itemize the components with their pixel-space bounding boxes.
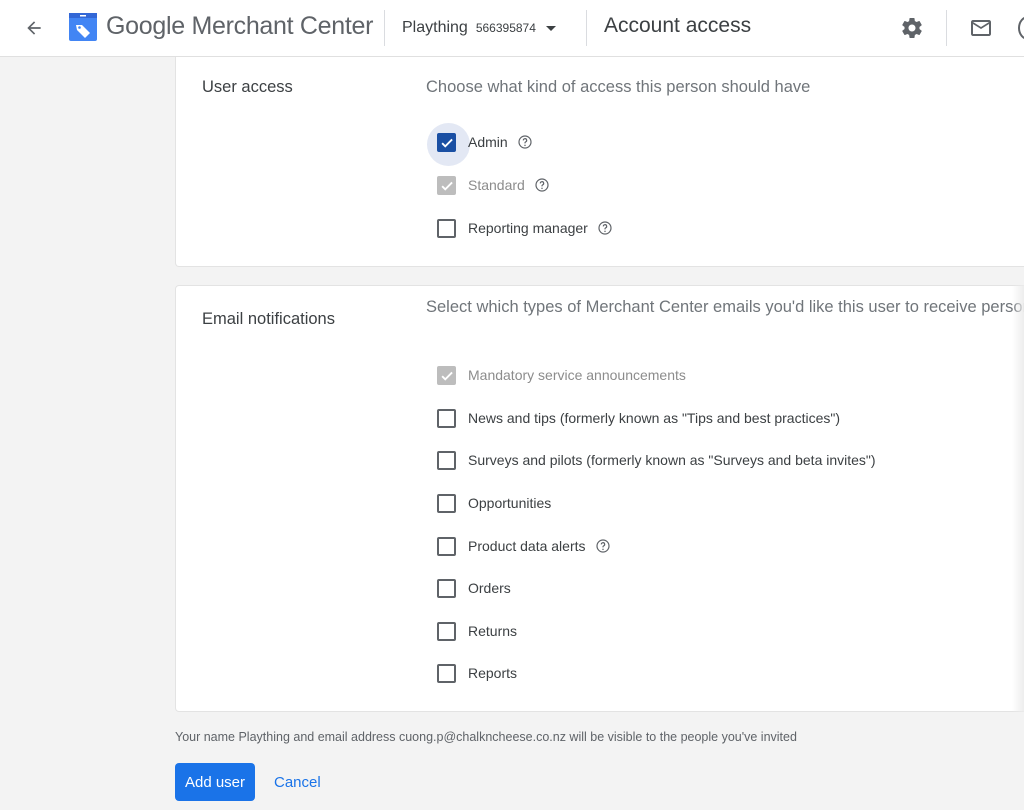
access-option-admin[interactable]: Admin xyxy=(427,122,1024,166)
option-label: Admin xyxy=(468,134,508,150)
option-label: Standard xyxy=(468,177,525,193)
option-label: Surveys and pilots (formerly known as "S… xyxy=(468,452,876,468)
email-option-mandatory: Mandatory service announcements xyxy=(437,363,686,387)
access-option-standard: Standard xyxy=(437,173,550,197)
email-option-news-tips[interactable]: News and tips (formerly known as "Tips a… xyxy=(437,406,840,430)
surveys-pilots-checkbox[interactable] xyxy=(437,450,456,470)
option-label: Returns xyxy=(468,623,518,639)
orders-checkbox[interactable] xyxy=(437,578,456,598)
admin-checkbox[interactable] xyxy=(427,122,470,166)
email-notifications-description: Select which types of Merchant Center em… xyxy=(426,298,1024,316)
account-switcher[interactable]: Plaything 566395874 xyxy=(402,16,556,40)
top-app-bar: Google Merchant Center Plaything 5663958… xyxy=(0,0,1024,57)
option-label: Opportunities xyxy=(468,495,552,511)
help-icon[interactable] xyxy=(534,177,550,193)
account-avatar-partial[interactable] xyxy=(1018,16,1024,40)
option-label: Reports xyxy=(468,665,518,681)
email-option-reports[interactable]: Reports xyxy=(437,661,517,685)
option-label: Reporting manager xyxy=(468,220,588,236)
header-divider xyxy=(946,10,947,46)
dropdown-caret-icon xyxy=(545,25,556,31)
header-divider xyxy=(384,10,385,46)
opportunities-checkbox[interactable] xyxy=(437,493,456,513)
news-tips-checkbox[interactable] xyxy=(437,408,456,428)
user-access-card: User access Choose what kind of access t… xyxy=(175,57,1024,267)
mail-icon xyxy=(971,20,991,36)
mail-button[interactable] xyxy=(967,14,995,42)
arrow-left-icon xyxy=(27,21,41,35)
settings-button[interactable] xyxy=(898,14,926,42)
help-icon[interactable] xyxy=(597,220,613,236)
account-name: Plaything xyxy=(402,19,468,36)
email-option-surveys-pilots[interactable]: Surveys and pilots (formerly known as "S… xyxy=(437,448,876,472)
reports-checkbox[interactable] xyxy=(437,663,456,683)
option-label: News and tips (formerly known as "Tips a… xyxy=(468,410,841,426)
page-title: Account access xyxy=(604,14,752,37)
reporting-manager-checkbox[interactable] xyxy=(437,218,456,238)
check-icon xyxy=(441,371,453,381)
back-button[interactable] xyxy=(22,16,46,40)
option-label: Product data alerts xyxy=(468,538,586,554)
add-user-button[interactable]: Add user xyxy=(175,763,255,801)
header-divider xyxy=(586,10,587,46)
help-icon[interactable] xyxy=(517,134,533,150)
email-option-orders[interactable]: Orders xyxy=(437,576,511,600)
check-icon xyxy=(441,181,453,191)
product-data-alerts-checkbox[interactable] xyxy=(437,536,456,556)
merchant-center-tag-icon xyxy=(69,13,97,41)
visibility-note: Your name Plaything and email address cu… xyxy=(175,730,797,744)
help-icon[interactable] xyxy=(595,538,611,554)
mandatory-announcements-checkbox xyxy=(437,365,456,385)
email-notifications-card: Email notifications Select which types o… xyxy=(175,285,1024,712)
email-option-returns[interactable]: Returns xyxy=(437,619,517,643)
email-option-product-data-alerts[interactable]: Product data alerts xyxy=(437,534,611,558)
check-icon xyxy=(441,138,453,148)
brand-name: Google Merchant Center xyxy=(106,12,374,40)
user-access-description: Choose what kind of access this person s… xyxy=(426,78,811,96)
option-label: Orders xyxy=(468,580,511,596)
gear-icon xyxy=(902,18,922,38)
standard-checkbox xyxy=(437,175,456,195)
returns-checkbox[interactable] xyxy=(437,621,456,641)
access-option-reporting-manager[interactable]: Reporting manager xyxy=(437,216,613,240)
email-option-opportunities[interactable]: Opportunities xyxy=(437,491,551,515)
user-access-label: User access xyxy=(202,78,293,96)
account-id: 566395874 xyxy=(475,21,536,35)
option-label: Mandatory service announcements xyxy=(468,367,686,383)
email-notifications-label: Email notifications xyxy=(202,310,335,328)
cancel-button[interactable]: Cancel xyxy=(266,763,329,801)
